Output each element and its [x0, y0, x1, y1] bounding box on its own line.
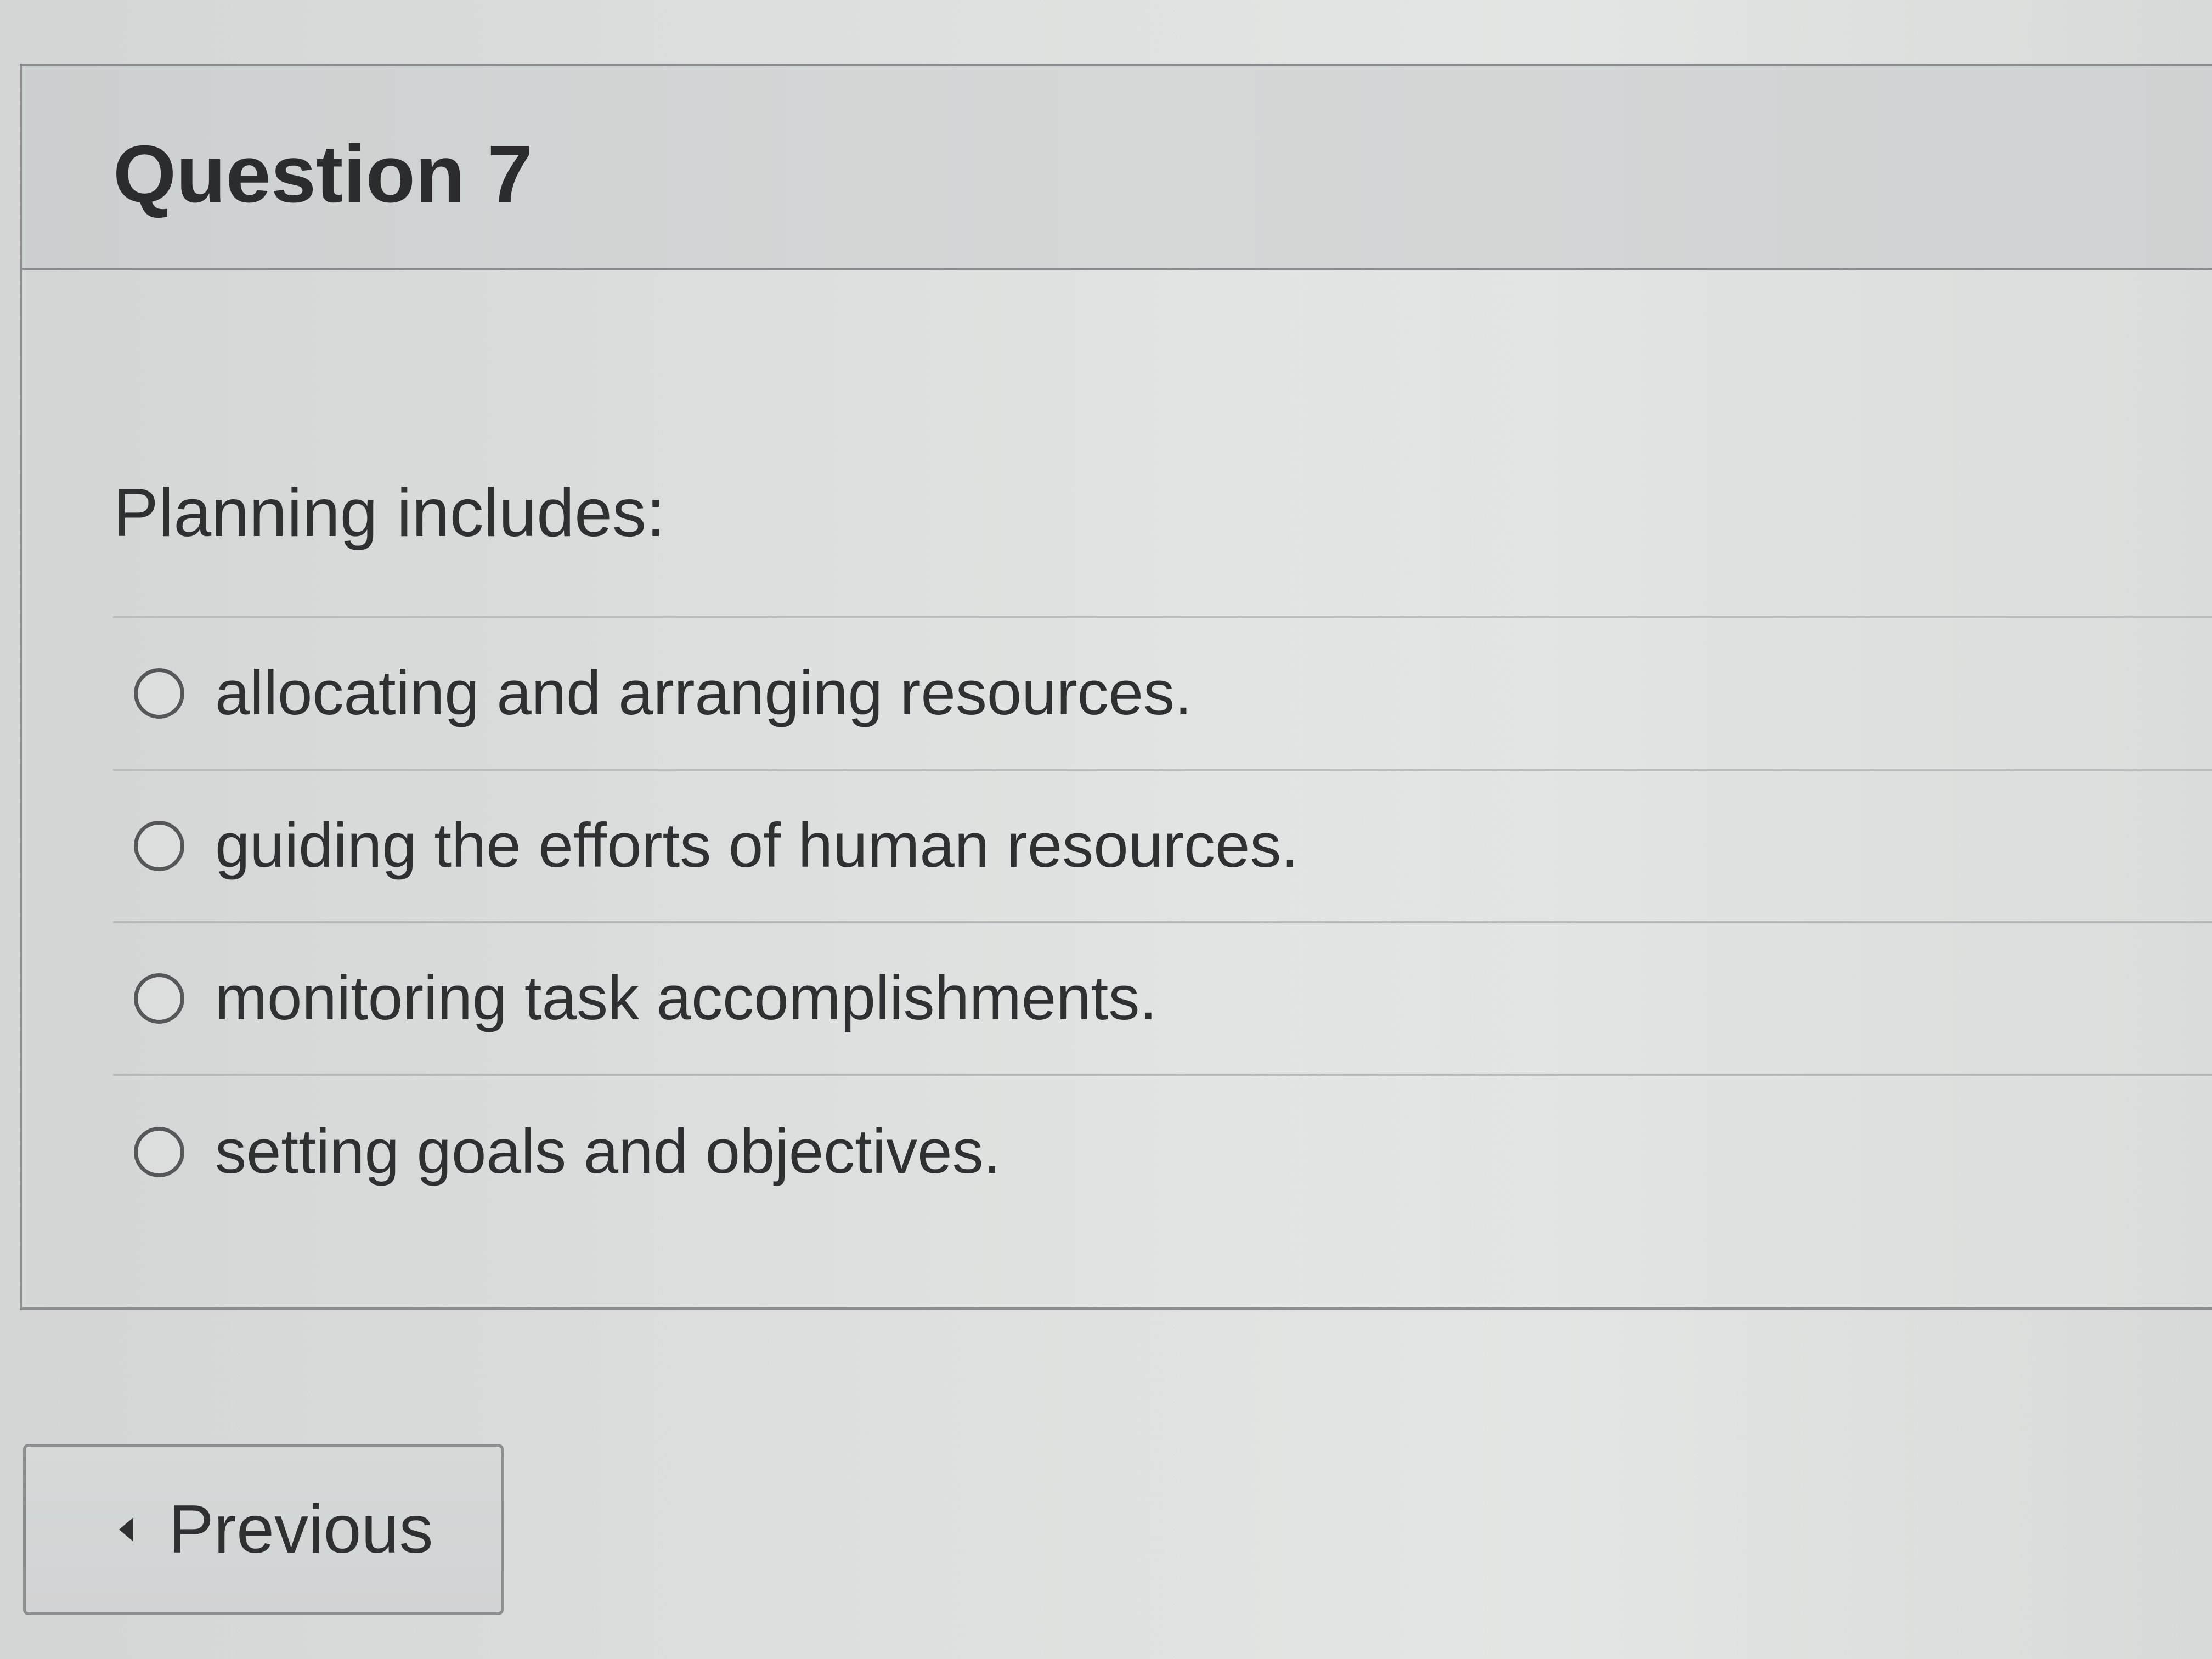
answer-option-label: guiding the efforts of human resources. — [215, 810, 1299, 881]
answer-option[interactable]: guiding the efforts of human resources. — [113, 771, 2212, 923]
previous-button[interactable]: Previous — [23, 1444, 504, 1615]
answer-option[interactable]: monitoring task accomplishments. — [113, 923, 2212, 1076]
answer-option-label: monitoring task accomplishments. — [215, 963, 1158, 1033]
answer-option[interactable]: allocating and arranging resources. — [113, 618, 2212, 771]
caret-left-icon — [119, 1517, 133, 1542]
answer-option-label: allocating and arranging resources. — [215, 658, 1192, 728]
answer-option-label: setting goals and objectives. — [215, 1116, 1001, 1187]
radio-button[interactable] — [134, 668, 184, 719]
question-panel: Question 7 Planning includes: allocating… — [20, 64, 2212, 1310]
answer-options-list: allocating and arranging resources. guid… — [113, 616, 2212, 1228]
question-prompt: Planning includes: — [113, 475, 665, 551]
radio-button[interactable] — [134, 821, 184, 871]
radio-button[interactable] — [134, 973, 184, 1024]
question-header: Question 7 — [22, 66, 2212, 270]
radio-button[interactable] — [134, 1127, 184, 1177]
question-title: Question 7 — [113, 129, 533, 219]
answer-option[interactable]: setting goals and objectives. — [113, 1076, 2212, 1228]
previous-button-label: Previous — [168, 1491, 433, 1567]
